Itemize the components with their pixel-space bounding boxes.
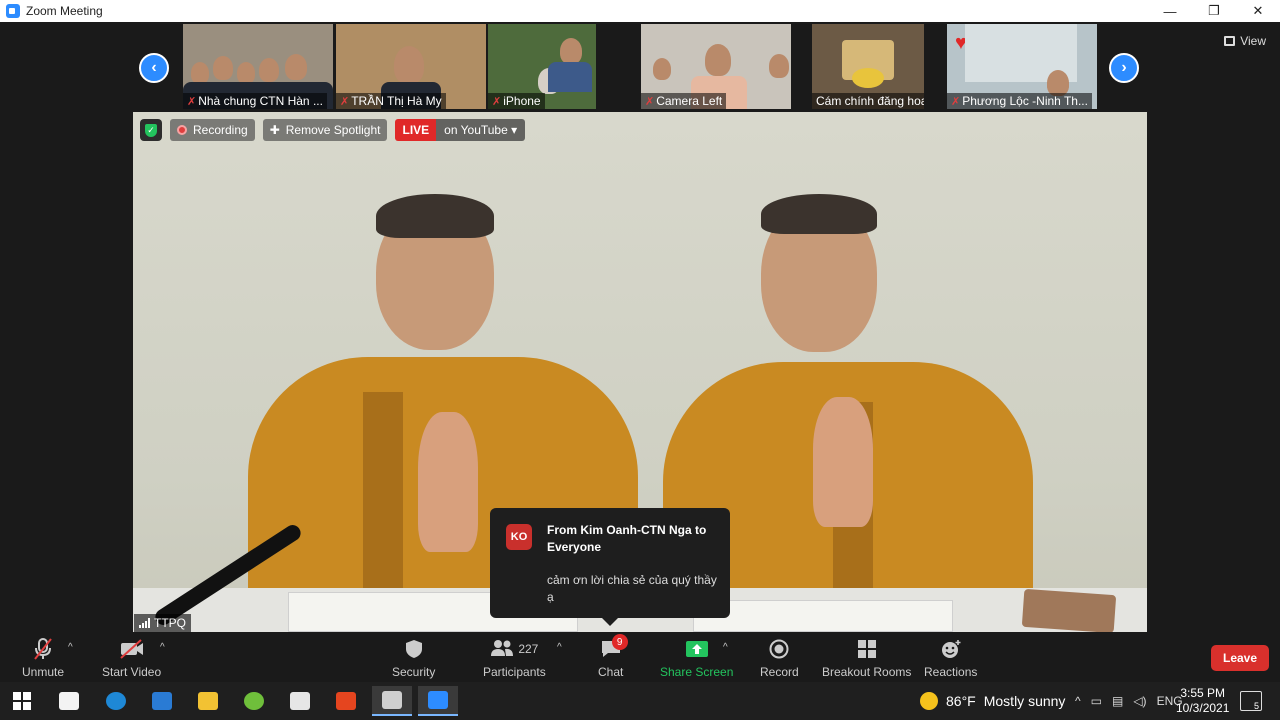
unmute-button[interactable]: Unmute <box>22 638 64 679</box>
participant-thumbnail[interactable]: ✗ Nhà chung CTN Hàn ... <box>183 24 333 109</box>
participant-thumbnail[interactable]: ♥ ✗ Phương Lộc -Ninh Th... <box>947 24 1097 109</box>
participant-name-label: Cám chính đăng hoa <box>812 93 924 109</box>
zoom-taskbar-icon[interactable] <box>418 686 458 716</box>
chat-sender: From Kim Oanh-CTN Nga to Everyone <box>547 523 707 554</box>
windows-taskbar: 86°F Mostly sunny ^ ▭ ▤ ◁) ENG 3:55 PM 1… <box>0 682 1280 720</box>
live-stream-indicator[interactable]: LIVE on YouTube ▾ <box>395 119 526 141</box>
mic-muted-icon: ✗ <box>951 96 961 108</box>
file-explorer-icon[interactable] <box>188 686 228 716</box>
share-screen-icon <box>685 638 709 660</box>
smiley-plus-icon <box>940 638 962 660</box>
store-icon[interactable] <box>49 686 89 716</box>
participant-name-label: ✗ iPhone <box>488 93 545 109</box>
weather-widget[interactable]: 86°F Mostly sunny <box>920 692 1065 710</box>
windows-logo-icon <box>13 692 31 710</box>
participant-thumbnail[interactable]: ✗ TRẦN Thị Hà My <box>336 24 486 109</box>
video-editor-icon[interactable] <box>372 686 412 716</box>
leave-button[interactable]: Leave <box>1211 645 1269 671</box>
mail-icon[interactable] <box>142 686 182 716</box>
chat-button[interactable]: 9 Chat <box>598 634 628 679</box>
chevron-down-icon: ▾ <box>511 123 518 137</box>
participant-thumbnail[interactable]: ✗ iPhone <box>488 24 596 109</box>
chat-notification-popup[interactable]: KO From Kim Oanh-CTN Nga to Everyone cảm… <box>490 508 730 626</box>
speaker-name-tag: TTPQ <box>134 614 191 632</box>
restore-button[interactable]: ❐ <box>1192 0 1236 22</box>
zoom-logo-icon <box>6 4 20 18</box>
video-off-icon <box>119 638 145 660</box>
remove-spotlight-button[interactable]: ✚ Remove Spotlight <box>262 119 388 141</box>
signal-strength-icon <box>139 618 150 628</box>
participant-name-label: ✗ TRẦN Thị Hà My <box>336 93 446 109</box>
battery-icon[interactable]: ▭ <box>1091 694 1102 708</box>
system-tray: ^ ▭ ▤ ◁) ENG <box>1075 694 1183 708</box>
chat-unread-badge: 9 <box>611 634 628 650</box>
breakout-rooms-button[interactable]: Breakout Rooms <box>822 638 911 679</box>
participant-thumbnail[interactable]: Cám chính đăng hoa <box>812 24 924 109</box>
encryption-shield-icon[interactable]: ✓ <box>140 119 162 141</box>
mic-muted-icon: ✗ <box>645 96 655 108</box>
volume-icon[interactable]: ◁) <box>1133 694 1146 708</box>
recording-indicator[interactable]: Recording <box>170 119 255 141</box>
window-titlebar: Zoom Meeting — ❐ ✕ <box>0 0 1280 22</box>
participants-count: 227 <box>518 642 539 656</box>
participant-strip: ‹ ✗ Nhà chung CTN Hàn ... ✗ TRẦN Thị Hà My… <box>0 22 1280 112</box>
audio-options-chevron-icon[interactable]: ^ <box>68 642 73 653</box>
edge-browser-icon[interactable] <box>96 686 136 716</box>
previous-page-button[interactable]: ‹ <box>139 53 169 83</box>
app-icon-green[interactable] <box>234 686 274 716</box>
recording-dot-icon <box>177 125 187 135</box>
participants-options-chevron-icon[interactable]: ^ <box>557 642 562 653</box>
pin-icon: ✚ <box>269 123 280 137</box>
chat-bubble-icon: 9 <box>600 634 628 660</box>
close-button[interactable]: ✕ <box>1236 0 1280 22</box>
mic-muted-icon: ✗ <box>340 96 350 108</box>
meeting-status-bar: ✓ Recording ✚ Remove Spotlight LIVE on Y… <box>140 119 526 141</box>
participants-icon <box>490 639 514 660</box>
chat-message: cảm ơn lời chia sẻ của quý thầy ạ <box>547 573 717 604</box>
sender-avatar: KO <box>506 524 532 550</box>
notification-center-icon[interactable]: 5 <box>1240 691 1262 711</box>
breakout-rooms-icon <box>857 638 877 660</box>
record-icon <box>769 638 789 660</box>
chevron-up-icon[interactable]: ^ <box>1075 694 1081 708</box>
mic-muted-icon: ✗ <box>187 96 197 108</box>
record-button[interactable]: Record <box>760 638 799 679</box>
network-icon[interactable]: ▤ <box>1112 694 1123 708</box>
mic-muted-icon: ✗ <box>492 96 502 108</box>
window-title: Zoom Meeting <box>26 4 103 18</box>
start-video-button[interactable]: Start Video <box>102 638 161 679</box>
grid-view-icon <box>1224 36 1236 46</box>
shield-icon <box>405 638 423 660</box>
minimize-button[interactable]: — <box>1148 0 1192 22</box>
security-button[interactable]: Security <box>392 638 435 679</box>
office-icon[interactable] <box>326 686 366 716</box>
taskbar-clock[interactable]: 3:55 PM 10/3/2021 <box>1176 686 1229 716</box>
meeting-toolbar: Unmute ^ Start Video ^ Security 227 Part… <box>0 632 1280 682</box>
view-button[interactable]: View <box>1224 34 1266 48</box>
app-icon-grid[interactable] <box>280 686 320 716</box>
mic-muted-icon <box>33 638 53 660</box>
participant-name-label: ✗ Phương Lộc -Ninh Th... <box>947 93 1092 109</box>
reactions-button[interactable]: Reactions <box>924 638 977 679</box>
video-options-chevron-icon[interactable]: ^ <box>160 642 165 653</box>
share-options-chevron-icon[interactable]: ^ <box>723 642 728 653</box>
start-button[interactable] <box>2 686 42 716</box>
participant-thumbnail[interactable]: ✗ Camera Left <box>641 24 791 109</box>
sun-icon <box>920 692 938 710</box>
next-page-button[interactable]: › <box>1109 53 1139 83</box>
participants-button[interactable]: 227 Participants <box>483 638 546 679</box>
window-controls: — ❐ ✕ <box>1148 0 1280 22</box>
participant-name-label: ✗ Nhà chung CTN Hàn ... <box>183 93 327 109</box>
participant-name-label: ✗ Camera Left <box>641 93 727 109</box>
